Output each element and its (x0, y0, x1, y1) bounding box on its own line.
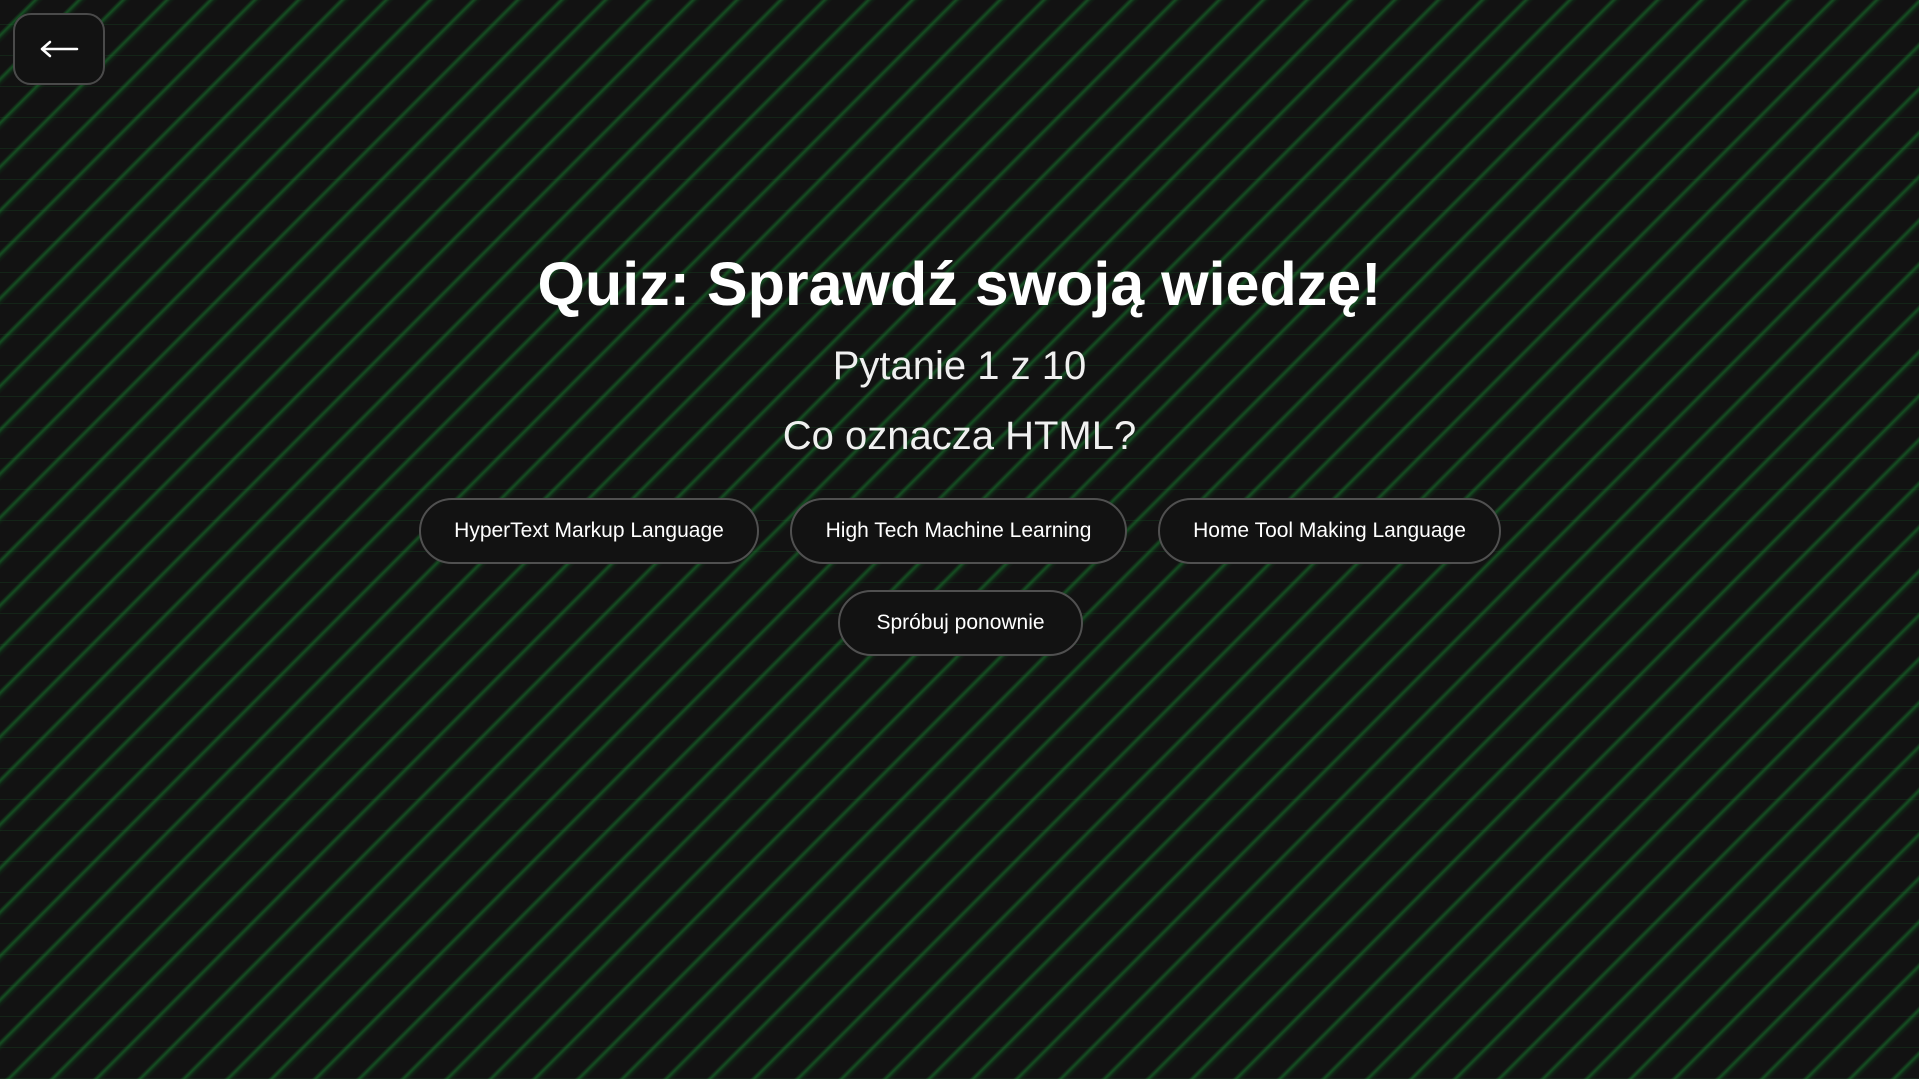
question-counter: Pytanie 1 z 10 (832, 344, 1087, 388)
arrow-left-icon (39, 39, 79, 59)
back-button[interactable] (13, 13, 105, 85)
quiz-title: Quiz: Sprawdź swoją wiedzę! (537, 250, 1382, 318)
answer-button-1[interactable]: HyperText Markup Language (419, 498, 759, 564)
question-text: Co oznacza HTML? (782, 414, 1137, 458)
answer-button-2[interactable]: High Tech Machine Learning (790, 498, 1127, 564)
answer-button-3[interactable]: Home Tool Making Language (1158, 498, 1501, 564)
retry-button[interactable]: Spróbuj ponownie (838, 590, 1083, 656)
